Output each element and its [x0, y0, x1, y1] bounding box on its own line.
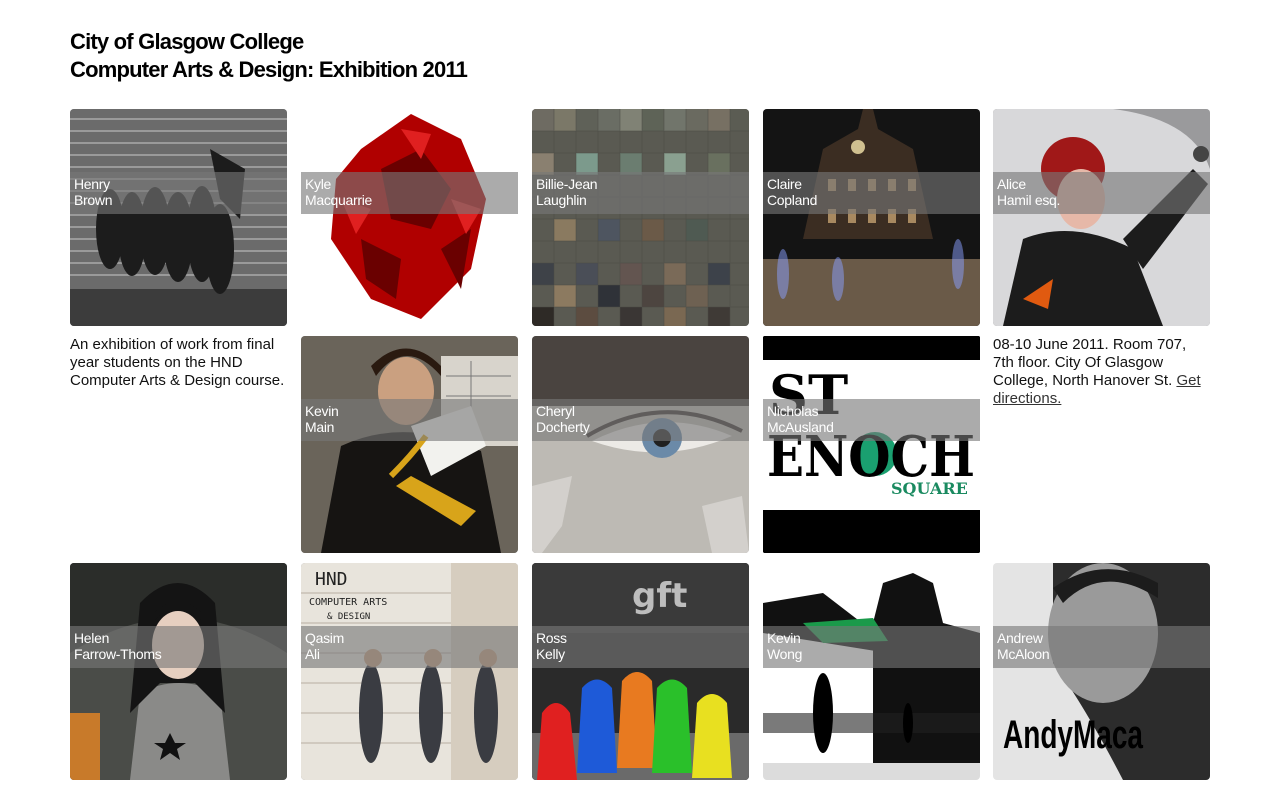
- last-name: McAloon: [997, 646, 1050, 662]
- college-title: City of Glasgow College: [70, 29, 304, 54]
- student-tile-cheryl-docherty[interactable]: Cheryl Docherty: [532, 336, 749, 553]
- gft-sign: gft: [632, 576, 687, 616]
- qasim-ali-artwork: HND COMPUTER ARTS & DESIGN: [301, 563, 518, 780]
- first-name: Ross: [536, 630, 567, 646]
- exhibition-title: Computer Arts & Design: Exhibition 2011: [70, 57, 468, 82]
- student-link[interactable]: gft Ross Kelly: [532, 563, 749, 780]
- alice-hamil-photo: [993, 109, 1210, 326]
- kevin-wong-artwork: [763, 563, 980, 780]
- student-link[interactable]: Claire Copland: [763, 109, 980, 326]
- student-name-label: Claire Copland: [763, 172, 980, 214]
- first-name: Alice: [997, 176, 1026, 192]
- last-name: Docherty: [536, 419, 590, 435]
- ross-kelly-photo: gft: [532, 563, 749, 780]
- first-name: Kyle: [305, 176, 332, 192]
- student-link[interactable]: AndyMaca Andrew McAloon: [993, 563, 1210, 780]
- cheryl-docherty-artwork: [532, 336, 749, 553]
- student-tile-ross-kelly[interactable]: gft Ross Kelly: [532, 563, 749, 780]
- event-details: 08-10 June 2011. Room 707, 7th floor. Ci…: [993, 336, 1210, 408]
- first-name: Cheryl: [536, 403, 575, 419]
- student-name-label: Qasim Ali: [301, 626, 518, 668]
- billie-jean-laughlin-artwork: [532, 109, 749, 326]
- student-grid: Henry Brown Kyle Macquarrie Billie-Jean …: [70, 109, 1210, 780]
- student-name-label: Helen Farrow-Thoms: [70, 626, 287, 668]
- event-details-text: 08-10 June 2011. Room 707, 7th floor. Ci…: [993, 336, 1187, 389]
- st-enoch-square-artwork: ST ENOCH SQUARE: [763, 336, 980, 553]
- student-tile-qasim-ali[interactable]: HND COMPUTER ARTS & DESIGN Qasim Ali: [301, 563, 518, 780]
- henry-brown-photo: [70, 109, 287, 326]
- student-link[interactable]: ST ENOCH SQUARE Nicholas McAusland: [763, 336, 980, 553]
- square-text: SQUARE: [891, 479, 968, 498]
- kyle-macquarrie-artwork: [301, 109, 518, 326]
- first-name: Kevin: [767, 630, 801, 646]
- last-name: Main: [305, 419, 335, 435]
- student-link[interactable]: Cheryl Docherty: [532, 336, 749, 553]
- student-name-label: Alice Hamil esq.: [993, 172, 1210, 214]
- student-name-label: Nicholas McAusland: [763, 399, 980, 441]
- last-name: Laughlin: [536, 192, 587, 208]
- kevin-main-photo: [301, 336, 518, 553]
- first-name: Nicholas: [767, 403, 819, 419]
- student-tile-alice-hamil[interactable]: Alice Hamil esq.: [993, 109, 1210, 326]
- first-name: Qasim: [305, 630, 344, 646]
- student-tile-henry-brown[interactable]: Henry Brown: [70, 109, 287, 326]
- student-tile-claire-copland[interactable]: Claire Copland: [763, 109, 980, 326]
- last-name: Macquarrie: [305, 192, 373, 208]
- student-link[interactable]: Henry Brown: [70, 109, 287, 326]
- student-link[interactable]: Kevin Main: [301, 336, 518, 553]
- intro-text: An exhibition of work from final year st…: [70, 336, 285, 389]
- first-name: Billie-Jean: [536, 176, 598, 192]
- last-name: Copland: [767, 192, 818, 208]
- last-name: Ali: [305, 646, 320, 662]
- student-name-label: Andrew McAloon: [993, 626, 1210, 668]
- first-name: Andrew: [997, 630, 1043, 646]
- student-tile-kevin-main[interactable]: Kevin Main: [301, 336, 518, 553]
- student-link[interactable]: Kevin Wong: [763, 563, 980, 780]
- hnd-design-text: & DESIGN: [327, 612, 370, 622]
- last-name: McAusland: [767, 419, 834, 435]
- student-link[interactable]: HND COMPUTER ARTS & DESIGN Qasim Ali: [301, 563, 518, 780]
- intro-block: An exhibition of work from final year st…: [70, 336, 287, 553]
- first-name: Claire: [767, 176, 802, 192]
- student-tile-kyle-macquarrie[interactable]: Kyle Macquarrie: [301, 109, 518, 326]
- last-name: Hamil esq.: [997, 192, 1061, 208]
- student-tile-kevin-wong[interactable]: Kevin Wong: [763, 563, 980, 780]
- student-name-label: Kevin Main: [301, 399, 518, 441]
- student-name-label: Kevin Wong: [763, 626, 980, 668]
- student-link[interactable]: Alice Hamil esq.: [993, 109, 1210, 326]
- student-name-label: Ross Kelly: [532, 626, 749, 668]
- andrew-mcaloon-artwork: AndyMaca: [993, 563, 1210, 780]
- claire-copland-photo: [763, 109, 980, 326]
- first-name: Kevin: [305, 403, 339, 419]
- last-name: Wong: [767, 646, 803, 662]
- andymaca-text: AndyMaca: [1003, 713, 1144, 757]
- hnd-subtitle: COMPUTER ARTS: [309, 597, 387, 608]
- first-name: Henry: [74, 176, 110, 192]
- student-tile-billie-jean-laughlin[interactable]: Billie-Jean Laughlin: [532, 109, 749, 326]
- info-block: 08-10 June 2011. Room 707, 7th floor. Ci…: [993, 336, 1210, 553]
- student-tile-andrew-mcaloon[interactable]: AndyMaca Andrew McAloon: [993, 563, 1210, 780]
- student-tile-helen-farrow-thoms[interactable]: Helen Farrow-Thoms: [70, 563, 287, 780]
- first-name: Helen: [74, 630, 110, 646]
- student-tile-nicholas-mcausland[interactable]: ST ENOCH SQUARE Nicholas McAusland: [763, 336, 980, 553]
- last-name: Farrow-Thoms: [74, 646, 162, 662]
- student-link[interactable]: Kyle Macquarrie: [301, 109, 518, 326]
- hnd-text: HND: [315, 569, 348, 590]
- last-name: Brown: [74, 192, 113, 208]
- student-link[interactable]: Billie-Jean Laughlin: [532, 109, 749, 326]
- student-link[interactable]: Helen Farrow-Thoms: [70, 563, 287, 780]
- student-name-label: Henry Brown: [70, 172, 287, 214]
- page-header: City of Glasgow College Computer Arts & …: [70, 28, 468, 84]
- student-name-label: Billie-Jean Laughlin: [532, 172, 749, 214]
- helen-farrow-thoms-photo: [70, 563, 287, 780]
- student-name-label: Cheryl Docherty: [532, 399, 749, 441]
- student-name-label: Kyle Macquarrie: [301, 172, 518, 214]
- last-name: Kelly: [536, 646, 565, 662]
